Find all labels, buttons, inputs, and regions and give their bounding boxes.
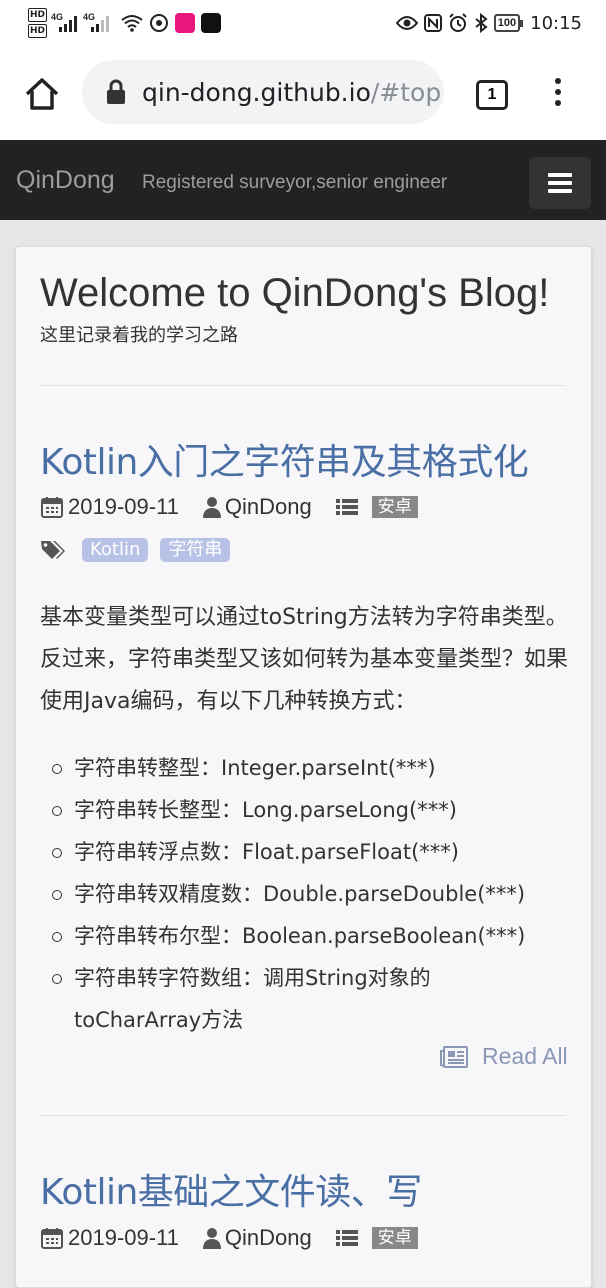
cell-signal-icon: 4G bbox=[83, 12, 113, 34]
site-tagline: Registered surveyor,senior engineer bbox=[142, 172, 448, 193]
nfc-icon bbox=[423, 14, 442, 32]
tag-string[interactable]: 字符串 bbox=[160, 538, 231, 562]
url-bar[interactable]: qin-dong.github.io/#top bbox=[82, 60, 444, 124]
list-item: 字符串转长整型：Long.parseLong(***) bbox=[52, 789, 552, 831]
user-icon bbox=[202, 1227, 221, 1249]
status-bar: HD HD 4G 4G 100 10:15 bbox=[0, 0, 606, 44]
post-date: 2019-09-11 bbox=[68, 494, 179, 519]
list-item: 字符串转布尔型：Boolean.parseBoolean(***) bbox=[52, 915, 552, 957]
lock-icon bbox=[107, 79, 125, 104]
list-item: 字符串转整型：Integer.parseInt(***) bbox=[52, 747, 552, 789]
tag-kotlin[interactable]: Kotlin bbox=[82, 538, 149, 562]
post-author[interactable]: QinDong bbox=[225, 494, 312, 520]
list-item: 字符串转浮点数：Float.parseFloat(***) bbox=[52, 831, 552, 873]
hamburger-icon bbox=[548, 173, 572, 177]
url-path: /#top bbox=[370, 77, 442, 107]
post-date: 2019-09-11 bbox=[68, 1225, 179, 1250]
site-brand[interactable]: QinDong bbox=[16, 166, 115, 195]
tags-icon bbox=[40, 539, 66, 561]
url-text: qin-dong.github.io/#top bbox=[142, 78, 441, 107]
browser-toolbar: qin-dong.github.io/#top 1 bbox=[0, 44, 606, 140]
alarm-icon bbox=[449, 13, 467, 32]
content-card: Welcome to QinDong's Blog! 这里记录着我的学习之路 K… bbox=[15, 246, 592, 1288]
calendar-icon bbox=[40, 1226, 64, 1250]
newspaper-icon bbox=[440, 1045, 468, 1068]
nav-menu-toggle-button[interactable] bbox=[529, 157, 591, 209]
post-title-link[interactable]: Kotlin入门之字符串及其格式化 bbox=[40, 433, 529, 485]
battery-indicator: 100 bbox=[493, 14, 524, 32]
list-icon bbox=[335, 498, 358, 516]
category-label[interactable]: 安卓 bbox=[371, 496, 418, 518]
divider bbox=[40, 385, 566, 386]
home-icon[interactable] bbox=[22, 74, 62, 114]
site-navbar: QinDong Registered surveyor,senior engin… bbox=[0, 140, 606, 220]
read-all-link[interactable]: Read All bbox=[440, 1043, 568, 1070]
tiktok-app-icon bbox=[201, 13, 222, 33]
hd-indicator: HD HD bbox=[28, 8, 48, 38]
status-clock: 10:15 bbox=[530, 12, 582, 34]
app-notification-icon bbox=[150, 14, 169, 32]
read-all-label: Read All bbox=[482, 1043, 568, 1069]
post-author[interactable]: QinDong bbox=[225, 1225, 312, 1251]
post-tags: Kotlin 字符串 bbox=[40, 535, 231, 565]
post-meta: 2019-09-11 QinDong 安卓 bbox=[40, 1223, 418, 1253]
list-item: 字符串转字符数组：调用String对象的toCharArray方法 bbox=[52, 957, 552, 1041]
list-item: 字符串转双精度数：Double.parseDouble(***) bbox=[52, 873, 552, 915]
list-icon bbox=[335, 1229, 358, 1247]
eye-icon bbox=[395, 16, 418, 30]
post-meta: 2019-09-11 QinDong 安卓 bbox=[40, 492, 418, 522]
mail-app-icon bbox=[175, 13, 196, 33]
calendar-icon bbox=[40, 495, 64, 519]
post-excerpt: 基本变量类型可以通过toString方法转为字符串类型。反过来，字符串类型又该如… bbox=[40, 605, 569, 714]
conversion-list: 字符串转整型：Integer.parseInt(***) 字符串转长整型：Lon… bbox=[52, 747, 552, 1041]
wifi-icon bbox=[121, 15, 143, 32]
page-title: Welcome to QinDong's Blog! bbox=[40, 271, 550, 315]
page-subtitle: 这里记录着我的学习之路 bbox=[40, 325, 238, 346]
url-host: qin-dong.github.io bbox=[142, 77, 371, 107]
post-title-link[interactable]: Kotlin基础之文件读、写 bbox=[40, 1163, 422, 1215]
tab-switcher-button[interactable]: 1 bbox=[476, 80, 508, 110]
cell-signal-icon: 4G bbox=[51, 12, 81, 34]
more-options-icon[interactable] bbox=[548, 78, 568, 110]
category-label[interactable]: 安卓 bbox=[371, 1227, 418, 1249]
divider bbox=[40, 1115, 566, 1116]
user-icon bbox=[202, 496, 221, 518]
bluetooth-icon bbox=[475, 13, 488, 33]
